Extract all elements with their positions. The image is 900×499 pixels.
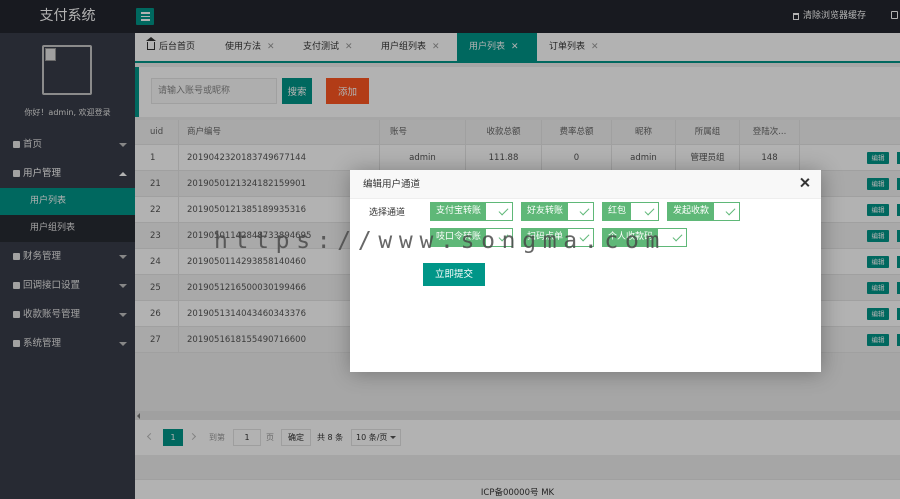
check-icon — [644, 205, 655, 216]
channel-checkbox-alipay-transfer[interactable]: 支付宝转账 — [430, 202, 513, 221]
dialog-title: 编辑用户通道 — [350, 170, 821, 199]
channel-option-label: 发起收款 — [668, 203, 715, 220]
channel-checkbox-red-packet[interactable]: 红包 — [602, 202, 659, 221]
watermark-text: https://www.songma.com — [214, 228, 667, 254]
channel-option-label: 红包 — [603, 203, 632, 220]
channel-checkbox-friend-transfer[interactable]: 好友转账 — [521, 202, 594, 221]
check-icon — [725, 205, 736, 216]
channel-option-label: 好友转账 — [522, 203, 569, 220]
submit-button[interactable]: 立即提交 — [423, 263, 485, 286]
dialog-title-text: 编辑用户通道 — [363, 179, 421, 190]
check-icon — [672, 231, 683, 242]
edit-channel-dialog: 编辑用户通道 选择通道 支付宝转账 好友转账 红包 发起收款 吱口令转账 扫码点… — [350, 170, 821, 372]
close-icon[interactable] — [799, 177, 810, 188]
channel-checkbox-initiate-payment[interactable]: 发起收款 — [667, 202, 740, 221]
channel-label: 选择通道 — [368, 208, 405, 218]
check-icon — [498, 205, 509, 216]
check-icon — [579, 205, 590, 216]
channel-option-label: 支付宝转账 — [431, 203, 487, 220]
